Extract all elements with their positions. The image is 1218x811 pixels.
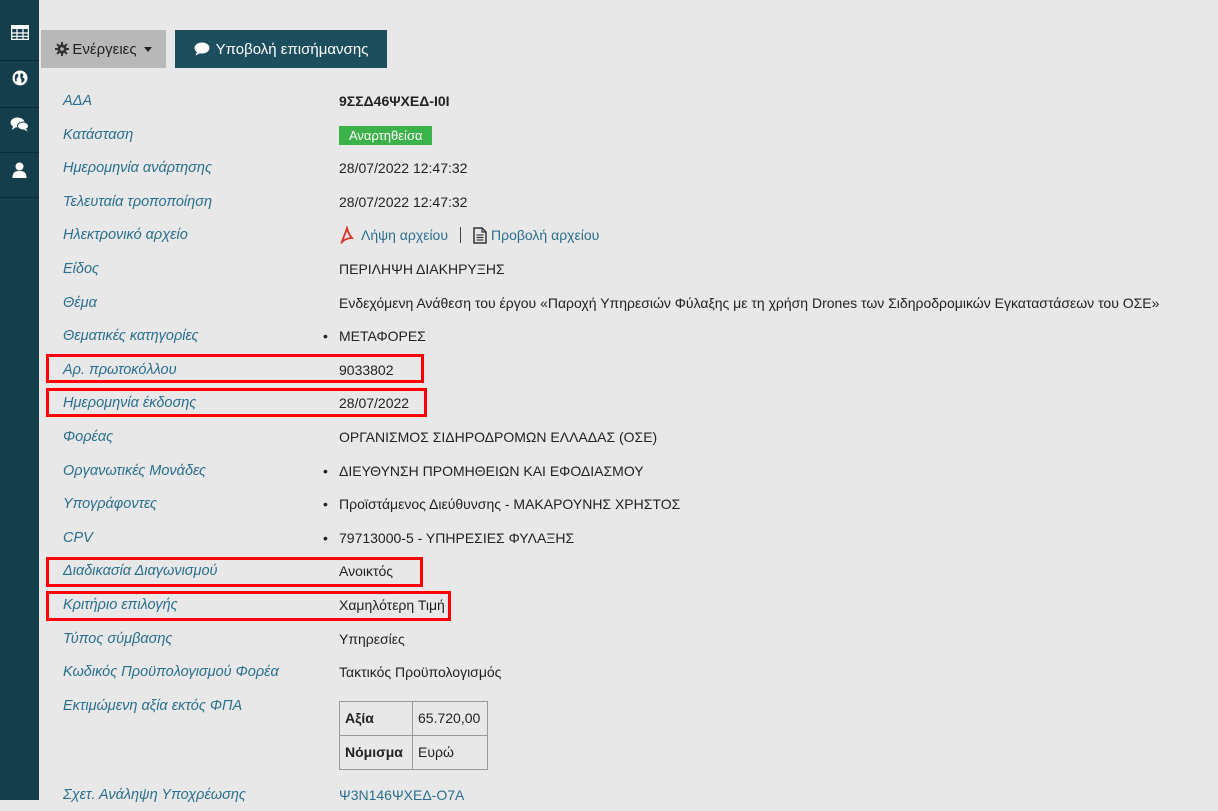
comment-icon — [194, 42, 210, 56]
type-value: ΠΕΡΙΛΗΨΗ ΔΙΑΚΗΡΥΞΗΣ — [339, 260, 505, 277]
highlight-issue-date — [46, 388, 427, 417]
cpv-item: 79713000-5 - ΥΠΗΡΕΣΙΕΣ ΦΥΛΑΞΗΣ — [339, 529, 575, 546]
decision-details: ΑΔΑ 9ΣΣΔ46ΨΧΕΔ-Ι0Ι Κατάσταση Αναρτηθείσα… — [63, 84, 1203, 811]
row-commitment: Σχετ. Ανάληψη Υποχρέωσης Ψ3Ν146ΨΧΕΔ-Ο7Α — [63, 778, 1203, 811]
submit-report-button[interactable]: Υποβολή επισήμανσης — [175, 30, 387, 68]
actions-dropdown-button[interactable]: Ενέργειες — [41, 30, 166, 68]
ada-label: ΑΔΑ — [63, 93, 93, 109]
caret-down-icon — [143, 46, 152, 52]
units-label: Οργανωτικές Μονάδες — [63, 462, 207, 479]
row-categories: Θεματικές κατηγορίες • ΜΕΤΑΦΟΡΕΣ — [63, 319, 1203, 353]
pdf-icon — [340, 226, 355, 245]
view-file-label: Προβολή αρχείου — [491, 227, 600, 244]
amount-value: 65.720,00 — [412, 700, 488, 736]
row-contract-type: Τύπος σύμβασης Υπηρεσίες — [63, 622, 1203, 656]
user-icon[interactable] — [0, 154, 39, 186]
cpv-value: • 79713000-5 - ΥΠΗΡΕΣΙΕΣ ΦΥΛΑΞΗΣ — [323, 529, 575, 546]
categories-value: • ΜΕΤΑΦΟΡΕΣ — [323, 328, 426, 345]
signers-label: Υπογράφοντες — [63, 496, 158, 513]
row-subject: Θέμα Ενδεχόμενη Ανάθεση του έργου «Παροχ… — [63, 286, 1203, 320]
actions-label: Ενέργειες — [72, 40, 137, 58]
published-label: Ημερομηνία ανάρτησης — [63, 160, 213, 177]
contract-type-value: Υπηρεσίες — [339, 630, 405, 647]
organization-label: Φορέας — [63, 428, 114, 445]
row-status: Κατάσταση Αναρτηθείσα — [63, 118, 1203, 152]
amount-header: Αξία — [339, 700, 413, 736]
highlight-criterion — [46, 591, 451, 621]
row-estimated-value: Εκτιμώμενη αξία εκτός ΦΠΑ Αξία 65.720,00… — [63, 689, 1203, 770]
published-value: 28/07/2022 12:47:32 — [339, 160, 468, 177]
row-published: Ημερομηνία ανάρτησης 28/07/2022 12:47:32 — [63, 151, 1203, 185]
globe-icon[interactable] — [0, 62, 39, 94]
table-icon[interactable] — [0, 16, 39, 48]
estimated-value-table: Αξία 65.720,00 Νόμισμα Ευρώ — [339, 700, 488, 770]
category-item: ΜΕΤΑΦΟΡΕΣ — [339, 328, 426, 345]
highlight-procedure — [46, 557, 423, 587]
comments-icon[interactable] — [0, 108, 39, 140]
signers-value: • Προϊστάμενος Διεύθυνσης - ΜΑΚΑΡΟΥΝΗΣ ΧΡ… — [323, 496, 681, 513]
submit-report-label: Υποβολή επισήμανσης — [215, 40, 369, 58]
row-ada: ΑΔΑ 9ΣΣΔ46ΨΧΕΔ-Ι0Ι — [63, 84, 1203, 118]
download-file-link[interactable]: Λήψη αρχείου — [339, 226, 448, 245]
row-budget-code: Κωδικός Προϋπολογισμού Φορέα Τακτικός Πρ… — [63, 655, 1203, 689]
document-icon — [473, 227, 487, 244]
commitment-link[interactable]: Ψ3Ν146ΨΧΕΔ-Ο7Α — [339, 787, 464, 803]
modified-value: 28/07/2022 12:47:32 — [339, 193, 468, 210]
estimated-value-label: Εκτιμώμενη αξία εκτός ΦΠΑ — [63, 697, 243, 714]
type-label: Είδος — [63, 260, 100, 277]
subject-value: Ενδεχόμενη Ανάθεση του έργου «Παροχή Υπη… — [339, 294, 1160, 311]
unit-item: ΔΙΕΥΘΥΝΣΗ ΠΡΟΜΗΘΕΙΩΝ ΚΑΙ ΕΦΟΔΙΑΣΜΟΥ — [339, 462, 644, 479]
row-file: Ηλεκτρονικό αρχείο Λήψη αρχείου Προβολή … — [63, 218, 1203, 252]
highlight-protocol — [46, 354, 424, 383]
table-row: Νόμισμα Ευρώ — [339, 734, 488, 770]
file-label: Ηλεκτρονικό αρχείο — [63, 227, 188, 244]
download-file-label: Λήψη αρχείου — [361, 227, 448, 244]
row-signers: Υπογράφοντες • Προϊστάμενος Διεύθυνσης - … — [63, 487, 1203, 521]
sidebar — [0, 0, 39, 800]
row-type: Είδος ΠΕΡΙΛΗΨΗ ΔΙΑΚΗΡΥΞΗΣ — [63, 252, 1203, 286]
signer-item: Προϊστάμενος Διεύθυνσης - ΜΑΚΑΡΟΥΝΗΣ ΧΡΗ… — [339, 496, 681, 513]
currency-value: Ευρώ — [412, 734, 488, 770]
file-links-divider — [460, 227, 461, 244]
organization-value: ΟΡΓΑΝΙΣΜΟΣ ΣΙΔΗΡΟΔΡΟΜΩΝ ΕΛΛΑΔΑΣ (ΟΣΕ) — [339, 428, 658, 445]
row-organization: Φορέας ΟΡΓΑΝΙΣΜΟΣ ΣΙΔΗΡΟΔΡΟΜΩΝ ΕΛΛΑΔΑΣ (… — [63, 420, 1203, 454]
categories-label: Θεματικές κατηγορίες — [63, 328, 199, 345]
status-label: Κατάσταση — [63, 126, 134, 143]
table-row: Αξία 65.720,00 — [339, 700, 488, 736]
cpv-label: CPV — [63, 529, 93, 546]
units-value: • ΔΙΕΥΘΥΝΣΗ ΠΡΟΜΗΘΕΙΩΝ ΚΑΙ ΕΦΟΔΙΑΣΜΟΥ — [323, 462, 644, 479]
status-badge: Αναρτηθείσα — [339, 125, 433, 145]
row-cpv: CPV • 79713000-5 - ΥΠΗΡΕΣΙΕΣ ΦΥΛΑΞΗΣ — [63, 521, 1203, 555]
subject-label: Θέμα — [63, 294, 97, 311]
row-modified: Τελευταία τροποποίηση 28/07/2022 12:47:3… — [63, 185, 1203, 219]
gear-icon — [55, 42, 70, 56]
row-units: Οργανωτικές Μονάδες • ΔΙΕΥΘΥΝΣΗ ΠΡΟΜΗΘΕΙΩ… — [63, 454, 1203, 488]
contract-type-label: Τύπος σύμβασης — [63, 630, 173, 647]
currency-header: Νόμισμα — [339, 734, 413, 770]
modified-label: Τελευταία τροποποίηση — [63, 193, 212, 210]
view-file-link[interactable]: Προβολή αρχείου — [473, 227, 599, 244]
budget-code-value: Τακτικός Προϋπολογισμός — [339, 664, 502, 681]
budget-code-label: Κωδικός Προϋπολογισμού Φορέα — [63, 664, 279, 681]
file-links: Λήψη αρχείου Προβολή αρχείου — [339, 226, 599, 245]
commitment-label: Σχετ. Ανάληψη Υποχρέωσης — [63, 786, 246, 803]
ada-value: 9ΣΣΔ46ΨΧΕΔ-Ι0Ι — [339, 93, 450, 109]
